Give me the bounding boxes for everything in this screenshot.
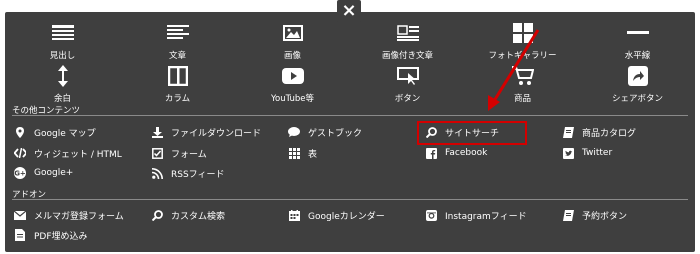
pointer-arrow-icon — [488, 29, 540, 111]
close-button[interactable]: × — [337, 0, 361, 22]
